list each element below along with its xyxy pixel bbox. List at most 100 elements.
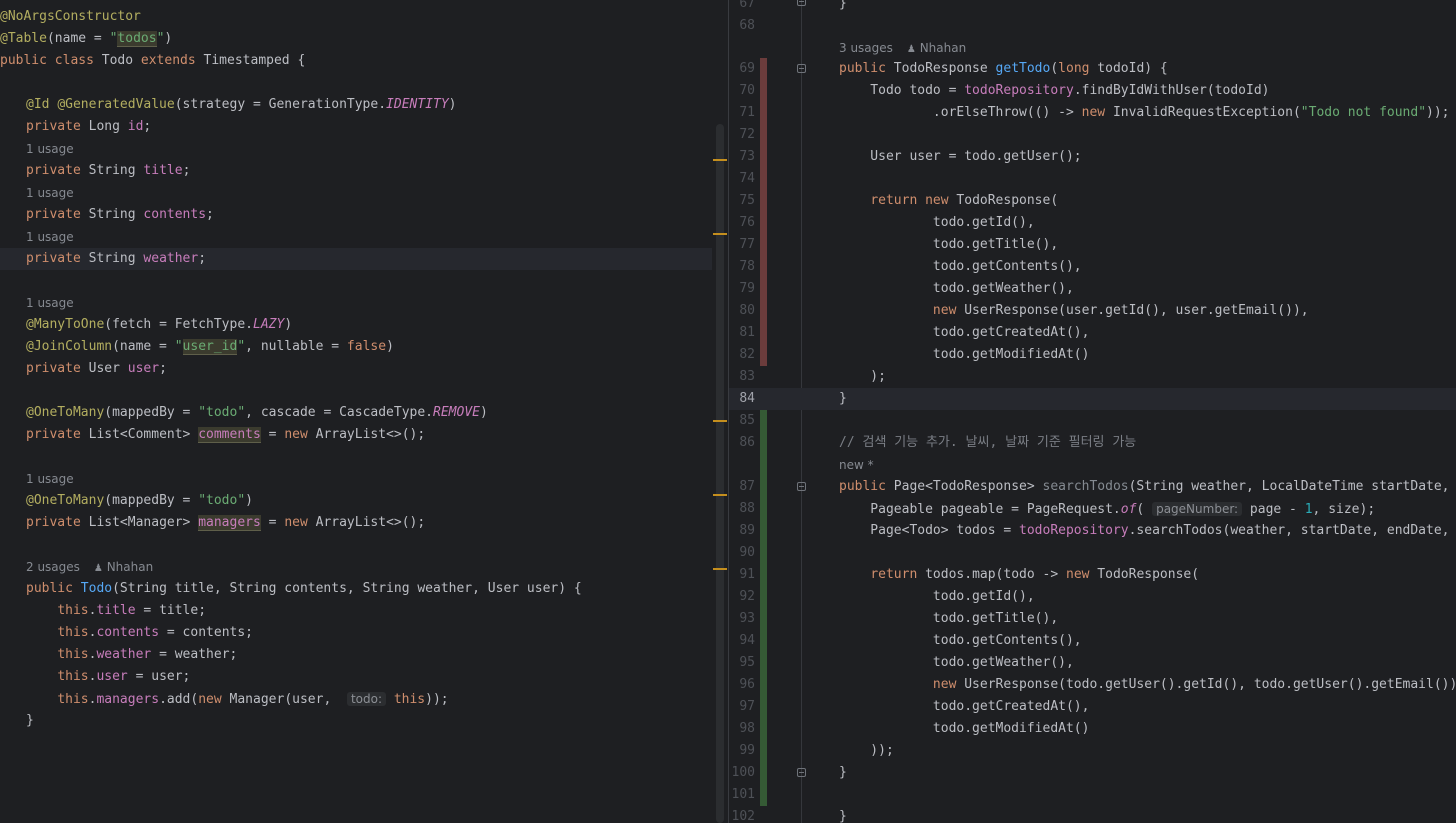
code-vision-hint-row[interactable]: 2 usages ♟ Nhahan [0, 556, 712, 578]
code-line[interactable]: 96 new UserResponse(todo.getUser().getId… [729, 674, 1456, 696]
code-line[interactable]: 83 ); [729, 366, 1456, 388]
code-line[interactable]: private Long id; [0, 116, 712, 138]
warning-marker[interactable] [713, 568, 727, 570]
code-line[interactable]: 82 todo.getModifiedAt() [729, 344, 1456, 366]
code-line[interactable]: 86 // 검색 기능 추가. 날씨, 날짜 기준 필터링 가능 [729, 432, 1456, 454]
line-number[interactable]: 93 [729, 608, 755, 630]
code-line[interactable]: 79 todo.getWeather(), [729, 278, 1456, 300]
line-number[interactable]: 73 [729, 146, 755, 168]
code-line[interactable]: 84} [729, 388, 1456, 410]
code-line[interactable]: 70 Todo todo = todoRepository.findByIdWi… [729, 80, 1456, 102]
line-number[interactable]: 96 [729, 674, 755, 696]
code-line[interactable]: 87 public Page<TodoResponse> searchTodos(… [729, 476, 1456, 498]
code-line[interactable]: 88 Pageable pageable = PageRequest.of( p… [729, 498, 1456, 520]
code-line[interactable]: 100} [729, 762, 1456, 784]
code-line[interactable]: 80 new UserResponse(user.getId(), user.g… [729, 300, 1456, 322]
line-number[interactable]: 94 [729, 630, 755, 652]
line-number[interactable]: 67 [729, 0, 755, 15]
line-number[interactable]: 77 [729, 234, 755, 256]
warning-marker[interactable] [713, 420, 727, 422]
line-number[interactable]: 80 [729, 300, 755, 322]
code-line[interactable]: private String contents; [0, 204, 712, 226]
code-line[interactable]: 68 [729, 15, 1456, 37]
line-number[interactable]: 69 [729, 58, 755, 80]
code-line[interactable]: this.user = user; [0, 666, 712, 688]
code-line[interactable]: 85 [729, 410, 1456, 432]
code-line[interactable]: } [0, 710, 712, 732]
code-line[interactable]: 95 todo.getWeather(), [729, 652, 1456, 674]
code-line[interactable]: 98 todo.getModifiedAt() [729, 718, 1456, 740]
code-line[interactable]: 73 User user = todo.getUser(); [729, 146, 1456, 168]
code-line[interactable]: @OneToMany(mappedBy = "todo") [0, 490, 712, 512]
code-vision-hint-row[interactable]: 3 usages ♟ Nhahan [729, 37, 1456, 59]
code-line[interactable]: 77 todo.getTitle(), [729, 234, 1456, 256]
line-number[interactable]: 82 [729, 344, 755, 366]
code-line[interactable]: this.contents = contents; [0, 622, 712, 644]
line-number[interactable]: 84 [729, 388, 755, 410]
code-line[interactable]: @JoinColumn(name = "user_id", nullable =… [0, 336, 712, 358]
code-line[interactable]: 97 todo.getCreatedAt(), [729, 696, 1456, 718]
line-number[interactable]: 86 [729, 432, 755, 454]
code-line[interactable]: 78 todo.getContents(), [729, 256, 1456, 278]
right-editor-pane[interactable]: 67} 68 3 usages ♟ Nhahan 69 public TodoRespon… [729, 0, 1456, 823]
code-line[interactable]: 71 .orElseThrow(() -> new InvalidRequest… [729, 102, 1456, 124]
line-number[interactable]: 89 [729, 520, 755, 542]
line-number[interactable]: 97 [729, 696, 755, 718]
code-line[interactable]: private String title; [0, 160, 712, 182]
code-line[interactable]: this.title = title; [0, 600, 712, 622]
author-hint[interactable]: ♟ Nhahan [94, 560, 153, 574]
code-line[interactable]: 99 )); [729, 740, 1456, 762]
code-line[interactable]: 90 [729, 542, 1456, 564]
line-number[interactable]: 98 [729, 718, 755, 740]
code-line[interactable]: 76 todo.getId(), [729, 212, 1456, 234]
code-line[interactable]: this.weather = weather; [0, 644, 712, 666]
line-number[interactable]: 85 [729, 410, 755, 432]
line-number[interactable]: 74 [729, 168, 755, 190]
warning-marker[interactable] [713, 233, 727, 235]
line-number[interactable]: 81 [729, 322, 755, 344]
code-line[interactable]: 93 todo.getTitle(), [729, 608, 1456, 630]
code-line[interactable]: private String weather; [0, 248, 712, 270]
line-number[interactable]: 83 [729, 366, 755, 388]
code-line[interactable]: 72 [729, 124, 1456, 146]
line-number[interactable]: 99 [729, 740, 755, 762]
code-line[interactable]: 69 public TodoResponse getTodo(long todoI… [729, 58, 1456, 80]
code-line[interactable]: private User user; [0, 358, 712, 380]
warning-marker[interactable] [713, 494, 727, 496]
line-number[interactable]: 78 [729, 256, 755, 278]
scrollbar-thumb[interactable] [716, 124, 724, 823]
line-number[interactable]: 76 [729, 212, 755, 234]
code-line[interactable]: this.managers.add(new Manager(user, todo… [0, 688, 712, 710]
code-vision-hint-row[interactable]: 1 usage [0, 138, 712, 160]
code-line[interactable]: 67} [729, 0, 1456, 15]
code-vision-hint-row[interactable]: 1 usage [0, 182, 712, 204]
code-line[interactable]: private List<Manager> managers = new Arr… [0, 512, 712, 534]
code-line[interactable]: @OneToMany(mappedBy = "todo", cascade = … [0, 402, 712, 424]
code-line[interactable]: @Id @GeneratedValue(strategy = Generatio… [0, 94, 712, 116]
line-number[interactable]: 72 [729, 124, 755, 146]
line-number[interactable]: 70 [729, 80, 755, 102]
code-line[interactable]: private List<Comment> comments = new Arr… [0, 424, 712, 446]
code-line[interactable]: public class Todo extends Timestamped { [0, 50, 712, 72]
code-line[interactable]: @Table(name = "todos") [0, 28, 712, 50]
code-vision-hint-row[interactable]: 1 usage [0, 226, 712, 248]
code-line[interactable]: 91 return todos.map(todo -> new TodoResp… [729, 564, 1456, 586]
code-vision-hint-row[interactable]: 1 usage [0, 292, 712, 314]
code-line[interactable]: 92 todo.getId(), [729, 586, 1456, 608]
code-line[interactable]: 102} [729, 806, 1456, 823]
code-vision-hint-row[interactable]: 1 usage [0, 468, 712, 490]
code-line[interactable]: 101 [729, 784, 1456, 806]
line-number[interactable]: 92 [729, 586, 755, 608]
code-line[interactable]: @NoArgsConstructor [0, 6, 712, 28]
line-number[interactable]: 88 [729, 498, 755, 520]
line-number[interactable]: 91 [729, 564, 755, 586]
line-number[interactable]: 71 [729, 102, 755, 124]
warning-marker[interactable] [713, 159, 727, 161]
line-number[interactable]: 75 [729, 190, 755, 212]
line-number[interactable]: 101 [729, 784, 755, 806]
line-number[interactable]: 95 [729, 652, 755, 674]
line-number[interactable]: 102 [729, 806, 755, 823]
code-line[interactable]: 74 [729, 168, 1456, 190]
author-hint[interactable]: ♟ Nhahan [907, 41, 966, 55]
line-number[interactable]: 87 [729, 476, 755, 498]
